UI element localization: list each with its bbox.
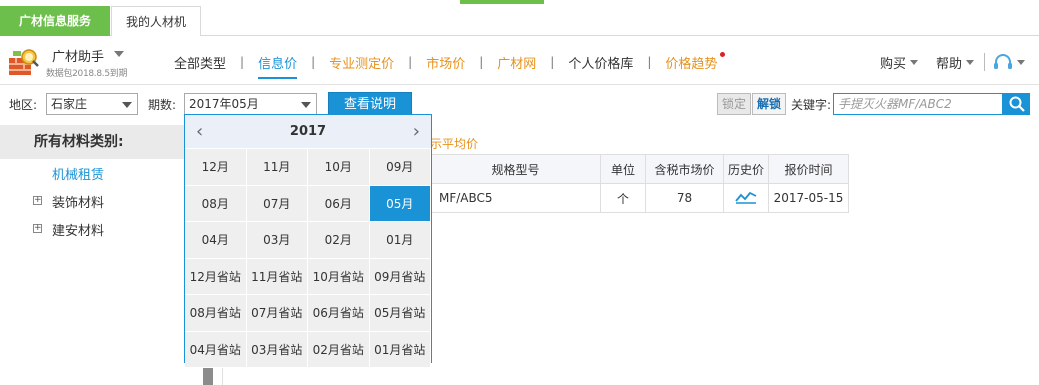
keyword-label: 关键字: (791, 98, 832, 112)
keyword-search-input[interactable]: 手提灭火器MF/ABC2 (833, 93, 1003, 115)
sidebar-title: 所有材料类别: (0, 125, 212, 159)
period-picker-cell[interactable]: 03月省站 (246, 331, 308, 368)
nav-personal-price-library[interactable]: 个人价格库 (554, 53, 647, 72)
new-badge-dot (720, 51, 726, 57)
unlock-button[interactable]: 解锁 (752, 93, 786, 115)
period-picker-cell[interactable]: 05月省站 (369, 295, 431, 332)
period-picker-year: 2017 (289, 124, 327, 139)
right-menu: 购买 帮助 (862, 52, 1025, 72)
col-price[interactable]: 含税市场价 (645, 154, 724, 184)
filter-bar: 地区: 石家庄 期数: 2017年05月 查看说明 锁定 解锁 关键字: 手提灭… (0, 90, 1039, 118)
nav-all-types[interactable]: 全部类型 (160, 53, 240, 72)
data-package-expiry: 数据包2018.8.5到期 (46, 69, 128, 79)
period-value: 2017年05月 (189, 97, 259, 111)
period-picker-cell[interactable]: 03月 (246, 222, 308, 259)
col-date[interactable]: 报价时间 (768, 154, 849, 184)
period-picker-cell[interactable]: 04月 (185, 222, 247, 259)
period-picker-cell[interactable]: 07月 (246, 185, 308, 222)
nav-divider (0, 84, 1039, 85)
period-picker-cell[interactable]: 05月 (369, 185, 431, 222)
col-history[interactable]: 历史价 (723, 154, 769, 184)
period-picker-cell[interactable]: 08月省站 (185, 295, 247, 332)
top-tab-bar: 广材信息服务 我的人材机 (0, 6, 1039, 36)
brand-dropdown-icon[interactable] (114, 51, 124, 57)
table-row[interactable]: MF/ABC5 个 78 2017-05-15 (430, 183, 849, 213)
chevron-down-icon (301, 102, 311, 108)
search-button[interactable] (1003, 93, 1030, 115)
chevron-down-icon (122, 102, 132, 108)
region-label: 地区: (9, 98, 38, 112)
period-picker-cell[interactable]: 09月 (369, 149, 431, 186)
nav-professional-price[interactable]: 专业测定价 (315, 53, 408, 72)
trend-chart-icon[interactable] (735, 190, 757, 204)
help-label: 帮助 (935, 56, 962, 72)
period-picker-cell[interactable]: 06月省站 (308, 295, 370, 332)
period-label: 期数: (148, 98, 177, 112)
period-picker-cell[interactable]: 06月 (308, 185, 370, 222)
period-picker-header: ‹ 2017 › (185, 115, 431, 148)
next-year-icon[interactable]: › (413, 121, 420, 142)
sidebar-item-construction-materials[interactable]: 建安材料 (52, 220, 104, 239)
main-nav: 全部类型 | 信息价 | 专业测定价 | 市场价 | 广材网 | 个人价格库 |… (160, 51, 731, 79)
col-unit[interactable]: 单位 (600, 154, 646, 184)
sidebar-item-decoration-materials[interactable]: 装饰材料 (52, 192, 104, 211)
chevron-down-icon (966, 59, 974, 65)
period-picker-cell[interactable]: 08月 (185, 185, 247, 222)
expand-icon[interactable]: + (33, 224, 42, 233)
region-select[interactable]: 石家庄 (46, 93, 138, 115)
cell-spec: MF/ABC5 (430, 183, 601, 213)
col-spec[interactable]: 规格型号 (430, 154, 601, 184)
cell-history[interactable] (723, 183, 769, 213)
period-picker-cell[interactable]: 02月 (308, 222, 370, 259)
period-select[interactable]: 2017年05月 (184, 93, 317, 115)
period-picker-cell[interactable]: 09月省站 (369, 258, 431, 295)
search-icon (1009, 96, 1025, 112)
nav-info-price[interactable]: 信息价 (244, 53, 311, 79)
period-picker-cell[interactable]: 12月省站 (185, 258, 247, 295)
cell-price: 78 (645, 183, 724, 213)
nav-guangcai-web[interactable]: 广材网 (483, 53, 550, 72)
headset-icon (994, 54, 1012, 69)
expand-icon[interactable]: + (33, 196, 42, 205)
support-menu[interactable] (993, 53, 1025, 71)
period-picker-cell[interactable]: 04月省站 (185, 331, 247, 368)
period-picker-cell[interactable]: 12月 (185, 149, 247, 186)
chevron-down-icon (1017, 59, 1025, 65)
nav-market-price[interactable]: 市场价 (412, 53, 479, 72)
help-menu[interactable]: 帮助 (936, 53, 974, 72)
period-picker-cell[interactable]: 01月省站 (369, 331, 431, 368)
brand-name[interactable]: 广材助手 (52, 46, 104, 65)
buy-label: 购买 (879, 56, 906, 72)
period-picker-cell[interactable]: 07月省站 (246, 295, 308, 332)
period-picker-cell[interactable]: 10月省站 (308, 258, 370, 295)
top-accent-strip (460, 0, 544, 4)
nav-price-trend[interactable]: 价格趋势 (651, 51, 731, 72)
region-value: 石家庄 (51, 97, 88, 111)
period-picker-cell[interactable]: 02月省站 (308, 331, 370, 368)
lock-button[interactable]: 锁定 (717, 93, 751, 115)
divider (984, 53, 985, 71)
average-price-toggle[interactable]: 示平均价 (430, 135, 478, 152)
period-picker-dropdown: ‹ 2017 › 12月 11月 10月 09月 08月 07月 06月 05月 04月 03月 0… (184, 114, 432, 368)
period-picker-cell[interactable]: 11月省站 (246, 258, 308, 295)
price-table: 规格型号 单位 含税市场价 历史价 报价时间 MF/ABC5 个 78 2017… (430, 154, 849, 213)
app-logo-icon (8, 47, 40, 77)
buy-menu[interactable]: 购买 (880, 53, 918, 72)
table-header-row: 规格型号 单位 含税市场价 历史价 报价时间 (430, 154, 849, 184)
tab-guangcai-info-service[interactable]: 广材信息服务 (0, 6, 110, 36)
category-sidebar: 所有材料类别: 机械租赁 + 装饰材料 + 建安材料 (0, 125, 212, 385)
sidebar-item-machinery-rental[interactable]: 机械租赁 (52, 164, 104, 183)
period-picker-cell[interactable]: 11月 (246, 149, 308, 186)
cell-unit: 个 (600, 183, 646, 213)
period-picker-grid: 12月 11月 10月 09月 08月 07月 06月 05月 04月 03月 02月 01月 12月省… (185, 149, 431, 368)
period-picker-cell[interactable]: 10月 (308, 149, 370, 186)
cell-date: 2017-05-15 (768, 183, 849, 213)
chevron-down-icon (909, 59, 918, 65)
period-picker-cell[interactable]: 01月 (369, 222, 431, 259)
tab-my-materials[interactable]: 我的人材机 (111, 6, 201, 36)
nav-price-trend-label: 价格趋势 (665, 56, 718, 72)
